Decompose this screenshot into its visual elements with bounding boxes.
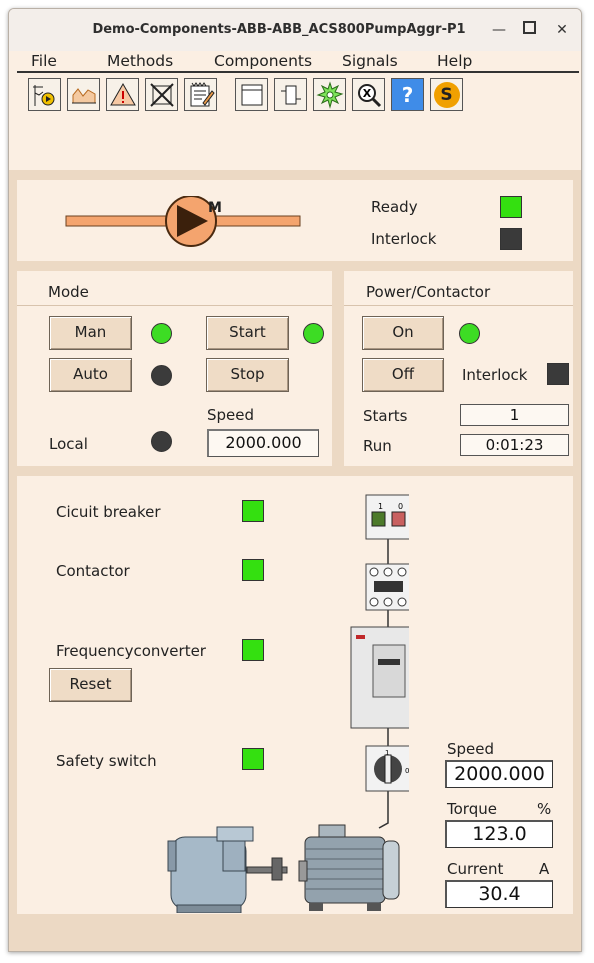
current-label: Current <box>447 860 504 878</box>
run-time-value: 0:01:23 <box>460 434 569 456</box>
current-unit: A <box>539 860 550 878</box>
window-icon <box>241 84 262 105</box>
gear-button[interactable] <box>313 78 346 111</box>
speed-setpoint-input[interactable]: 2000.000 <box>207 429 319 457</box>
warning-button[interactable] <box>106 78 139 111</box>
interlock-label: Interlock <box>371 230 437 248</box>
torque-unit: % <box>537 800 552 818</box>
power-title: Power/Contactor <box>366 283 491 301</box>
ready-label: Ready <box>371 198 418 216</box>
block-icon <box>149 82 174 107</box>
circuit-breaker-label: Cicuit breaker <box>56 503 161 521</box>
start-led <box>303 323 324 344</box>
minimize-icon[interactable]: — <box>489 20 509 40</box>
menu-divider <box>17 71 579 73</box>
pump-symbol[interactable] <box>65 196 305 248</box>
power-interlock-indicator <box>547 363 569 385</box>
svg-text:1: 1 <box>385 749 389 757</box>
safety-switch-label: Safety switch <box>56 752 157 770</box>
separator-band <box>9 261 581 271</box>
power-title-divider <box>344 305 573 306</box>
window-button[interactable] <box>235 78 268 111</box>
menu-signals[interactable]: Signals <box>342 52 398 70</box>
run-label: Run <box>363 437 392 455</box>
reset-button[interactable]: Reset <box>49 668 132 702</box>
motor-label: M <box>208 200 222 216</box>
block-button[interactable] <box>145 78 178 111</box>
menu-components[interactable]: Components <box>214 52 312 70</box>
local-label: Local <box>49 435 88 453</box>
component-button[interactable] <box>274 78 307 111</box>
menu-help[interactable]: Help <box>437 52 472 70</box>
warning-icon <box>109 82 136 105</box>
svg-text:0: 0 <box>398 502 403 511</box>
man-led <box>151 323 172 344</box>
frequency-converter-symbol[interactable] <box>350 626 409 729</box>
starts-value: 1 <box>460 404 569 426</box>
area-chart-icon <box>71 87 96 103</box>
circuit-breaker-symbol[interactable]: 1 0 <box>365 494 409 540</box>
start-button[interactable]: Start <box>206 316 289 350</box>
window-title: Demo-Components-ABB-ABB_ACS800PumpAggr-P… <box>92 22 466 37</box>
right-edge-band <box>573 179 581 914</box>
speed-measure-value: 2000.000 <box>445 760 553 788</box>
man-button[interactable]: Man <box>49 316 132 350</box>
separator-band <box>9 170 581 180</box>
mode-title-divider <box>17 305 332 306</box>
application-window: Demo-Components-ABB-ABB_ACS800PumpAggr-P… <box>8 8 582 952</box>
starts-label: Starts <box>363 407 408 425</box>
crossref-button[interactable]: X <box>352 78 385 111</box>
auto-led <box>151 365 172 386</box>
gear-icon <box>316 80 343 109</box>
svg-text:1: 1 <box>378 502 383 511</box>
title-bar: Demo-Components-ABB-ABB_ACS800PumpAggr-P… <box>9 9 581 51</box>
speed-measure-label: Speed <box>447 740 495 758</box>
left-edge-band <box>9 179 17 914</box>
one-line-diagram: 1 0 1 <box>167 494 409 913</box>
pump-motor-illustration <box>167 824 400 913</box>
off-button[interactable]: Off <box>362 358 444 392</box>
help-icon: ? <box>401 82 414 107</box>
svg-text:X: X <box>362 87 371 100</box>
crossref-icon: X <box>357 83 381 107</box>
contactor-label: Contactor <box>56 562 130 580</box>
help-button[interactable]: ? <box>391 78 424 111</box>
component-icon <box>280 85 301 104</box>
contactor-symbol[interactable] <box>365 563 409 611</box>
area-chart-button[interactable] <box>67 78 100 111</box>
menu-bar: File Methods Components Signals Help <box>17 52 579 72</box>
speed-setpoint-label: Speed <box>207 406 255 424</box>
power-interlock-label: Interlock <box>462 366 528 384</box>
torque-value: 123.0 <box>445 820 553 848</box>
maximize-icon[interactable] <box>519 20 539 40</box>
ready-indicator <box>500 196 522 218</box>
simulate-icon: S <box>433 81 460 108</box>
svg-text:0: 0 <box>405 767 409 775</box>
status-band <box>9 914 581 951</box>
auto-button[interactable]: Auto <box>49 358 132 392</box>
separator-band <box>332 271 344 466</box>
menu-file[interactable]: File <box>31 52 57 70</box>
menu-methods[interactable]: Methods <box>107 52 173 70</box>
on-led <box>459 323 480 344</box>
local-led <box>151 431 172 452</box>
trend-button[interactable] <box>28 78 61 111</box>
separator-band <box>9 466 581 476</box>
torque-label: Torque <box>447 800 497 818</box>
on-button[interactable]: On <box>362 316 444 350</box>
mode-title: Mode <box>48 283 89 301</box>
safety-switch-symbol[interactable]: 1 0 <box>365 745 409 792</box>
notes-icon <box>190 81 215 106</box>
current-value: 30.4 <box>445 880 553 908</box>
simulate-button[interactable]: S <box>430 78 463 111</box>
trend-icon <box>32 84 54 106</box>
notes-button[interactable] <box>184 78 217 111</box>
close-icon[interactable]: ✕ <box>552 20 572 40</box>
stop-button[interactable]: Stop <box>206 358 289 392</box>
interlock-indicator <box>500 228 522 250</box>
